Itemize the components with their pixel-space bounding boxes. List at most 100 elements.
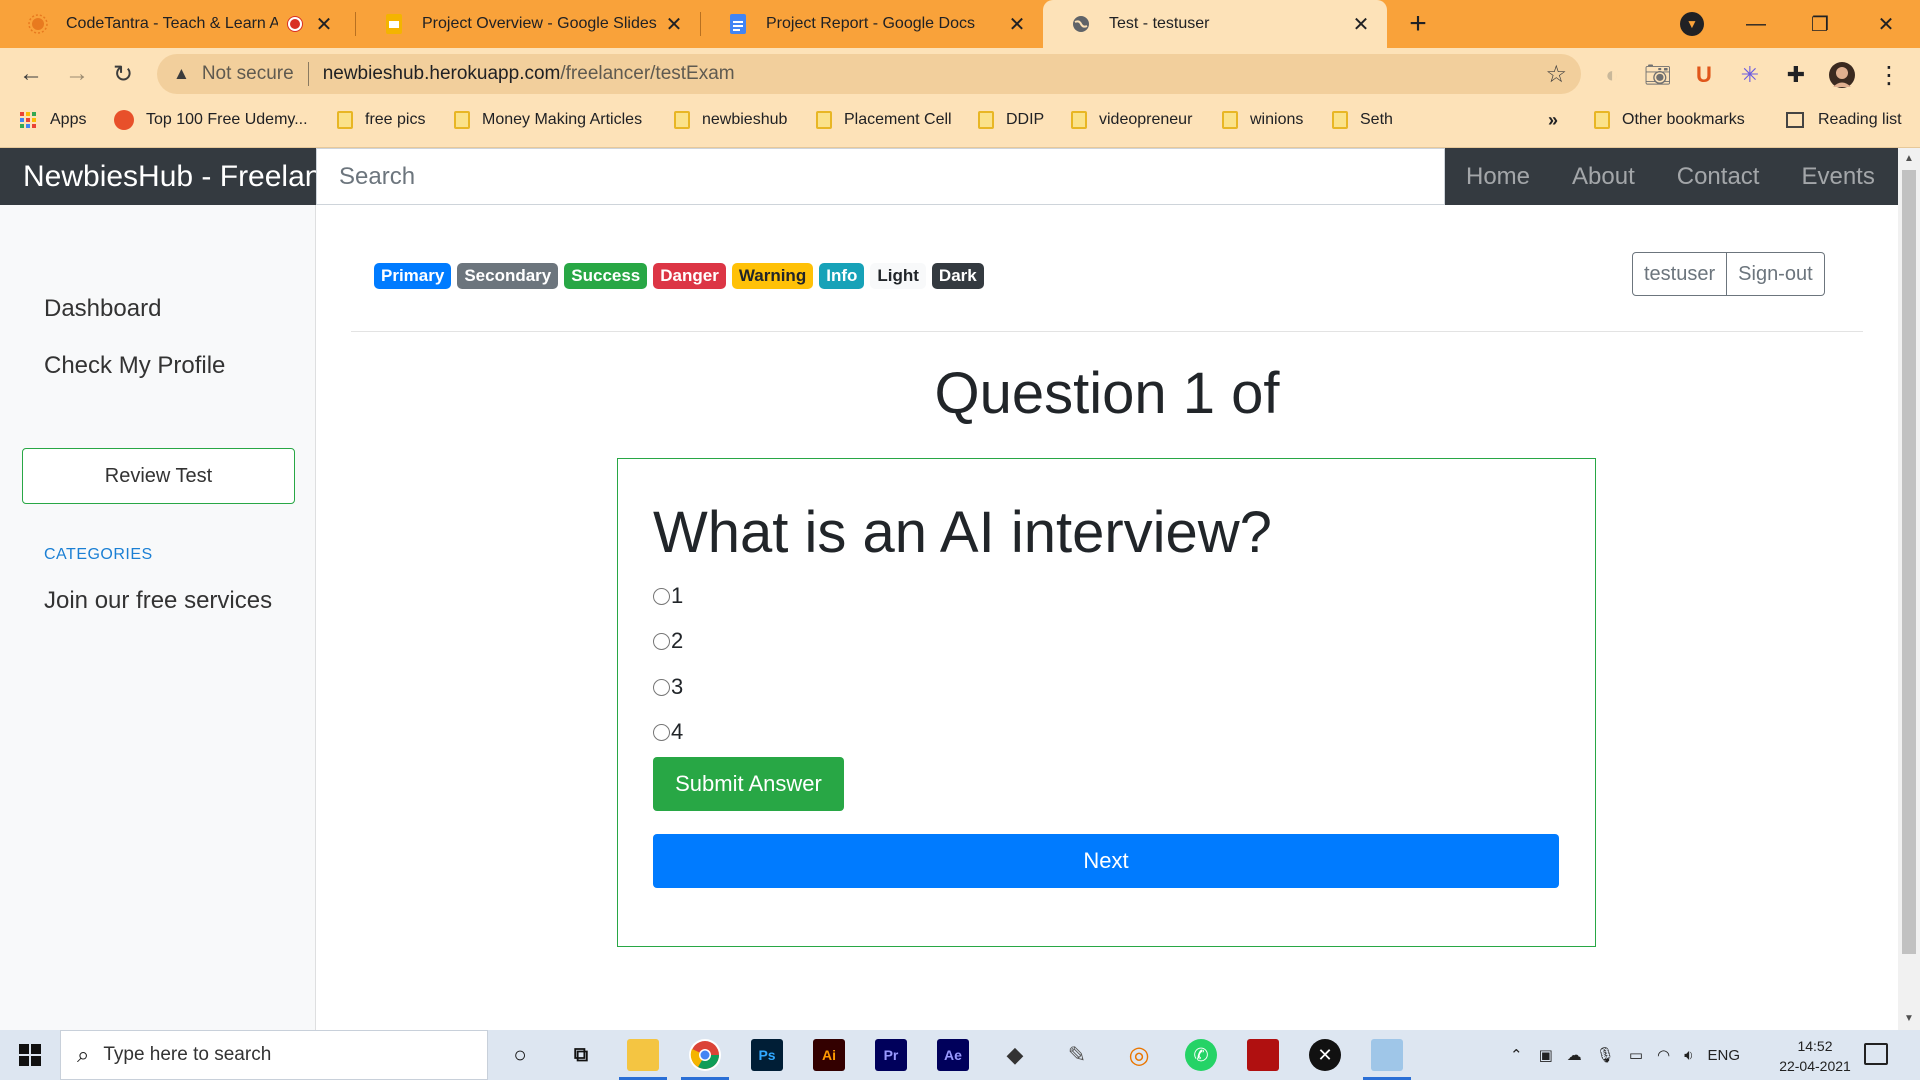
notification-icon[interactable] [1864,1043,1888,1065]
extension-asterisk-icon[interactable]: ✳ [1735,60,1765,90]
cortana-circle-icon[interactable]: ○ [504,1039,536,1071]
site-brand[interactable]: NewbiesHub - Freelanc [23,160,316,194]
bookmark-videopreneur[interactable]: videopreneur [1071,100,1192,140]
wifi-icon[interactable]: ◠ [1657,1046,1670,1064]
scrollbar-thumb[interactable] [1902,170,1916,954]
radio-button[interactable] [653,632,670,650]
submit-answer-button[interactable]: Submit Answer [653,757,844,811]
scroll-down-arrow-icon[interactable]: ▼ [1902,1012,1916,1026]
answer-option-2[interactable]: 2 [653,628,683,654]
close-icon[interactable]: ✕ [1349,12,1373,36]
microphone-icon[interactable]: 🎙︎ [1596,1046,1615,1064]
meet-now-icon[interactable]: ▣ [1539,1046,1553,1064]
battery-icon[interactable]: ▭ [1629,1046,1643,1064]
nav-contact-link[interactable]: Contact [1656,163,1781,191]
volume-icon[interactable]: 🔉︎ [1684,1047,1693,1064]
tab-search-chevron-icon[interactable]: ▼ [1680,12,1704,36]
premiere-pro-icon[interactable]: Pr [875,1039,907,1071]
signout-button[interactable]: Sign-out [1727,252,1825,296]
bookmark-winions[interactable]: winions [1222,100,1303,140]
folder-icon [1222,111,1238,129]
minimize-icon[interactable]: — [1726,0,1786,48]
nav-about-link[interactable]: About [1551,163,1656,191]
taskbar-clock[interactable]: 14:52 22-04-2021 [1770,1036,1860,1076]
bookmark-newbieshub[interactable]: newbieshub [674,100,787,140]
windows-start-icon[interactable] [0,1030,60,1080]
illustrator-icon[interactable]: Ai [813,1039,845,1071]
red-app-icon[interactable] [1247,1039,1279,1071]
close-icon[interactable]: ✕ [662,12,686,36]
task-view-icon[interactable]: ⧉ [565,1039,597,1071]
answer-option-3[interactable]: 3 [653,674,683,700]
blender-icon[interactable]: ◎ [1123,1039,1155,1071]
address-bar[interactable]: ▲ Not secure newbieshub.herokuapp.com /f… [157,54,1581,94]
chrome-icon[interactable] [689,1039,721,1071]
tab-google-docs[interactable]: Project Report - Google Docs ✕ [700,0,1043,48]
radio-button[interactable] [653,678,670,696]
sidebar-dashboard-link[interactable]: Dashboard [44,295,161,323]
ublock-extension-icon[interactable]: U [1689,60,1719,90]
reload-icon[interactable]: ↻ [105,56,141,92]
scroll-up-arrow-icon[interactable]: ▲ [1902,152,1916,166]
extension-moon-icon[interactable]: ◐ [1597,60,1627,90]
bookmark-seth[interactable]: Seth [1332,100,1393,140]
radio-button[interactable] [653,587,670,605]
warning-triangle-icon[interactable]: ▲ [173,64,190,84]
bookmark-placement-cell[interactable]: Placement Cell [816,100,952,140]
gimp-icon[interactable]: ✎ [1061,1039,1093,1071]
more-bookmarks-chevron-icon[interactable]: » [1548,100,1558,140]
nav-events-link[interactable]: Events [1780,163,1895,191]
bookmark-money-making[interactable]: Money Making Articles [454,100,642,140]
inkscape-icon[interactable]: ◆ [999,1039,1031,1071]
profile-avatar[interactable] [1827,60,1857,90]
notepad-icon[interactable] [1371,1039,1403,1071]
tray-expand-chevron-icon[interactable]: ⌃ [1510,1046,1523,1064]
bookmark-ddip[interactable]: DDIP [978,100,1044,140]
tab-google-slides[interactable]: Project Overview - Google Slides ✕ [356,0,700,48]
close-window-icon[interactable]: ✕ [1856,0,1916,48]
file-explorer-icon[interactable] [627,1039,659,1071]
radio-button[interactable] [653,723,670,741]
close-icon[interactable]: ✕ [312,12,336,36]
onedrive-cloud-icon[interactable]: ☁ [1567,1046,1582,1064]
forward-arrow-icon[interactable]: → [59,56,95,92]
tab-codetantra[interactable]: CodeTantra - Teach & Learn An ✕ [0,0,350,48]
folder-icon [1071,111,1087,129]
system-tray: ⌃ ▣ ☁ 🎙︎ ▭ ◠ 🔉︎ ENG [1510,1030,1740,1080]
camera-icon[interactable]: 📷︎ [1643,60,1673,90]
photoshop-icon[interactable]: Ps [751,1039,783,1071]
restore-icon[interactable]: ❐ [1790,0,1850,48]
menu-kebab-icon[interactable]: ⋮ [1874,60,1904,90]
review-test-button[interactable]: Review Test [22,448,295,504]
nav-home-link[interactable]: Home [1445,163,1551,191]
next-button[interactable]: Next [653,834,1559,888]
puzzle-extensions-icon[interactable]: ✚ [1781,60,1811,90]
xbox-icon[interactable]: ✕ [1309,1039,1341,1071]
badge-secondary: Secondary [457,263,559,289]
username-button[interactable]: testuser [1632,252,1728,296]
whatsapp-icon[interactable]: ✆ [1185,1039,1217,1071]
bookmark-label: free pics [365,111,426,128]
sidebar-join-link[interactable]: Join our free services [44,587,272,615]
security-label[interactable]: Not secure [202,63,294,85]
new-tab-plus-icon[interactable]: + [1402,7,1434,40]
back-arrow-icon[interactable]: ← [13,56,49,92]
page-scrollbar[interactable]: ▲ ▼ [1898,148,1920,1030]
close-icon[interactable]: ✕ [1005,12,1029,36]
sidebar-profile-link[interactable]: Check My Profile [44,352,225,380]
language-indicator[interactable]: ENG [1708,1047,1741,1064]
bookmark-other[interactable]: Other bookmarks [1594,100,1745,140]
answer-option-1[interactable]: 1 [653,583,683,609]
tab-title: Project Report - Google Docs [766,15,975,32]
bookmark-star-icon[interactable]: ☆ [1545,60,1567,89]
taskbar-search-box[interactable]: ⌕ Type here to search [60,1030,488,1080]
bookmark-apps[interactable]: Apps [20,100,86,140]
answer-option-4[interactable]: 4 [653,719,683,745]
tab-test-testuser[interactable]: Test - testuser ✕ [1043,0,1387,48]
site-nav-links: Home About Contact Events [1445,148,1896,205]
bookmark-free-pics[interactable]: free pics [337,100,425,140]
reading-list[interactable]: Reading list [1786,100,1902,140]
site-search-input[interactable] [316,148,1445,205]
bookmark-udemy[interactable]: Top 100 Free Udemy... [114,100,308,140]
after-effects-icon[interactable]: Ae [937,1039,969,1071]
